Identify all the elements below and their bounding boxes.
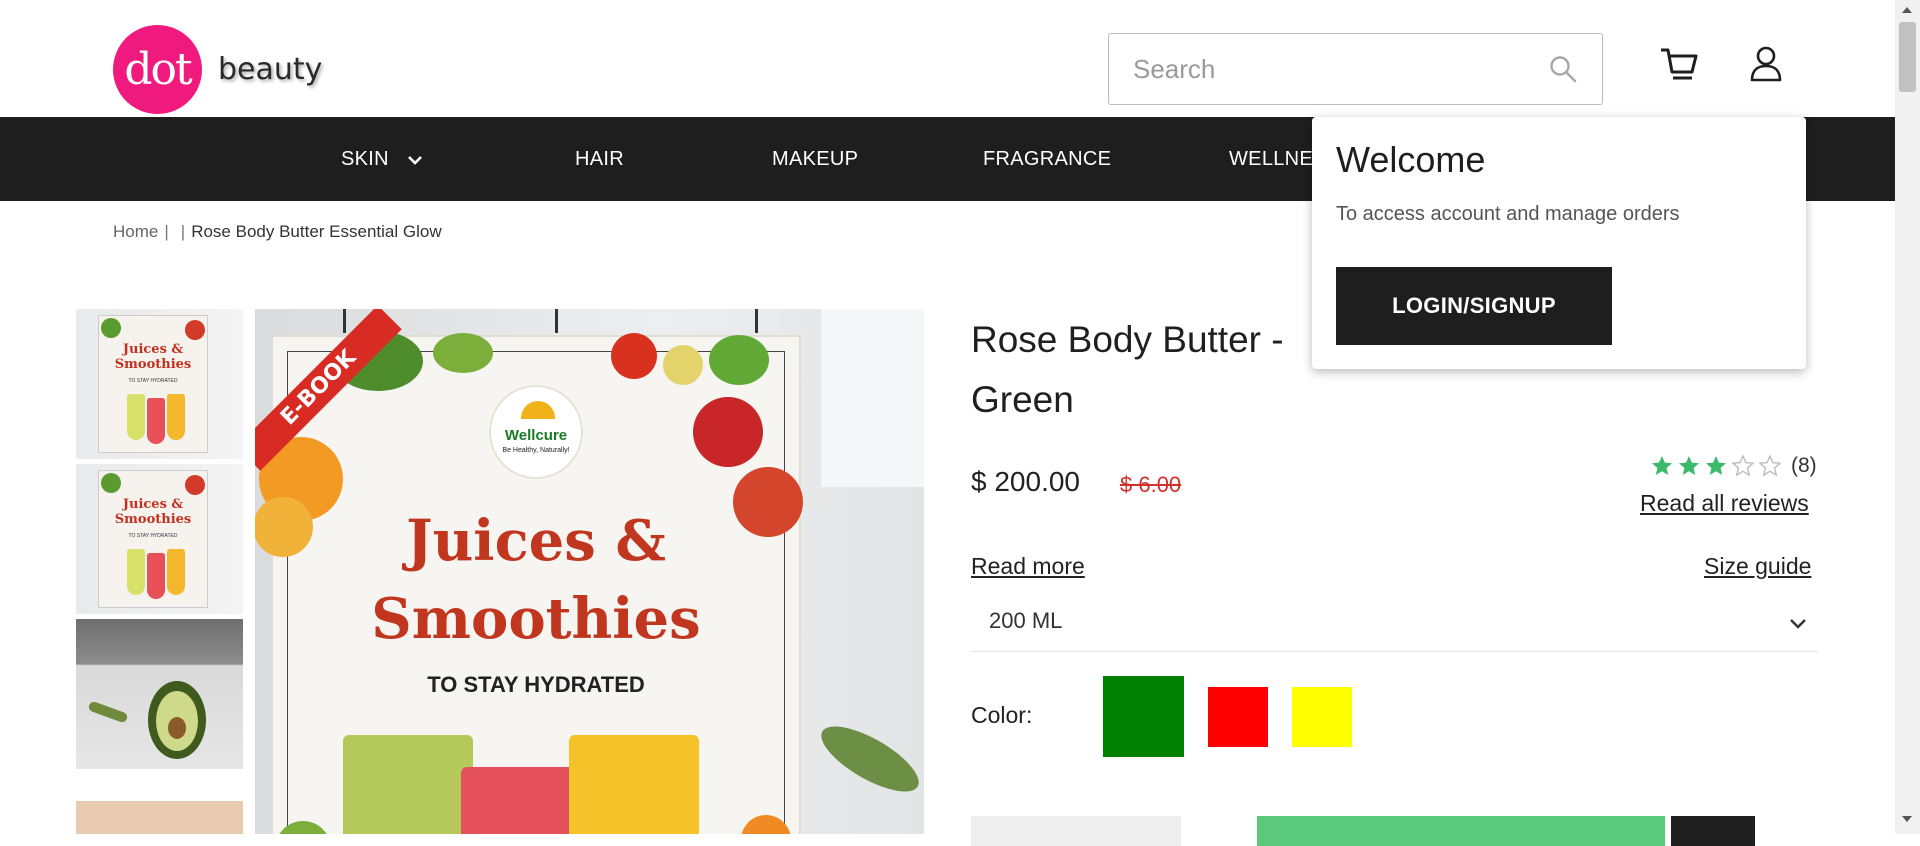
- avocado-image: [87, 700, 129, 724]
- breadcrumb: Home | | Rose Body Butter Essential Glow: [113, 222, 442, 242]
- wall-panel: [821, 309, 924, 487]
- breadcrumb-current: Rose Body Butter Essential Glow: [191, 222, 442, 241]
- cover-subtitle: TO STAY HYDRATED: [427, 672, 645, 697]
- star-empty-icon: [1758, 454, 1782, 477]
- nav-item-fragrance[interactable]: FRAGRANCE: [983, 117, 1111, 201]
- color-swatch-red[interactable]: [1208, 687, 1268, 747]
- scroll-up-arrow-icon[interactable]: [1902, 7, 1912, 13]
- leaf-decoration: [812, 714, 924, 804]
- color-swatch-green[interactable]: [1103, 676, 1184, 757]
- ebook-cover: E-BOOK Wellcure Be Healthy, Naturally! J…: [255, 309, 803, 834]
- cart-icon[interactable]: [1658, 44, 1700, 84]
- breadcrumb-home[interactable]: Home: [113, 222, 158, 241]
- size-guide-link[interactable]: Size guide: [1704, 553, 1811, 580]
- scroll-down-arrow-icon[interactable]: [1902, 816, 1912, 822]
- size-select[interactable]: 200 ML: [971, 592, 1819, 652]
- wellcure-badge: Wellcure Be Healthy, Naturally!: [489, 385, 583, 479]
- fruit-decoration: [663, 345, 703, 385]
- star-filled-icon: [1679, 456, 1699, 475]
- sun-icon: [521, 401, 555, 419]
- product-main-image[interactable]: E-BOOK Wellcure Be Healthy, Naturally! J…: [255, 309, 924, 834]
- search-box: [1108, 33, 1603, 105]
- nav-item-makeup[interactable]: MAKEUP: [772, 117, 858, 201]
- rating-stars: (8): [1650, 454, 1817, 478]
- brand-name: beauty: [218, 52, 323, 87]
- read-all-reviews-link[interactable]: Read all reviews: [1640, 490, 1809, 517]
- wishlist-button[interactable]: [1671, 816, 1755, 846]
- popup-text: To access account and manage orders: [1336, 203, 1680, 225]
- thumbnail-3[interactable]: [76, 619, 243, 769]
- logo-mark: dot: [113, 25, 202, 114]
- thumbnail-1[interactable]: Juices & Smoothies TO STAY HYDRATED: [76, 309, 243, 459]
- thumbnail-cover: Juices & Smoothies TO STAY HYDRATED: [98, 315, 208, 453]
- product-old-price: $ 6.00: [1120, 472, 1182, 497]
- nav-item-label: SKIN: [341, 148, 389, 170]
- quantity-stepper[interactable]: [971, 816, 1181, 846]
- site-header: dot beauty: [0, 0, 1895, 117]
- popup-title: Welcome: [1336, 139, 1486, 180]
- user-icon[interactable]: [1748, 44, 1784, 84]
- cover-title: Juices & Smoothies: [273, 502, 799, 658]
- add-to-cart-button[interactable]: [1257, 816, 1665, 846]
- thumbnail-2[interactable]: Juices & Smoothies TO STAY HYDRATED: [76, 464, 243, 614]
- brand-logo[interactable]: dot beauty: [113, 25, 322, 114]
- breadcrumb-separator: |: [180, 222, 186, 241]
- badge-name: Wellcure: [504, 427, 568, 444]
- size-select-value: 200 ML: [989, 608, 1063, 633]
- fruit-decoration: [433, 333, 493, 373]
- thumbnail-4[interactable]: [76, 801, 243, 834]
- avocado-image: [168, 717, 186, 739]
- fruit-decoration: [693, 397, 763, 467]
- fruit-decoration: [709, 335, 769, 385]
- search-icon[interactable]: [1548, 54, 1578, 84]
- star-filled-icon: [1706, 456, 1726, 475]
- scrollbar-thumb[interactable]: [1899, 22, 1916, 92]
- thumbnail-title: Juices & Smoothies: [114, 497, 192, 527]
- color-swatch-yellow[interactable]: [1292, 687, 1352, 747]
- nav-item-skin[interactable]: SKIN: [341, 117, 423, 201]
- review-count: (8): [1791, 454, 1817, 477]
- fruit-decoration: [611, 333, 657, 379]
- nav-item-hair[interactable]: HAIR: [575, 117, 624, 201]
- hanging-string: [555, 309, 558, 333]
- page-scrollbar[interactable]: [1895, 0, 1920, 834]
- account-popup: Welcome To access account and manage ord…: [1312, 117, 1806, 369]
- thumbnail-cover: Juices & Smoothies TO STAY HYDRATED: [98, 470, 208, 608]
- product-price: $ 200.00: [971, 466, 1080, 497]
- breadcrumb-separator: |: [164, 222, 169, 241]
- juice-glass: [343, 735, 473, 834]
- thumbnail-subtitle: TO STAY HYDRATED: [128, 378, 178, 384]
- thumbnail-subtitle: TO STAY HYDRATED: [128, 533, 178, 539]
- chevron-down-icon: [1790, 619, 1806, 629]
- thumbnail-title: Juices & Smoothies: [114, 342, 192, 372]
- star-filled-icon: [1652, 456, 1672, 475]
- read-more-link[interactable]: Read more: [971, 553, 1085, 580]
- star-empty-icon: [1731, 454, 1755, 477]
- juice-glass: [569, 735, 699, 834]
- login-signup-button[interactable]: LOGIN/SIGNUP: [1336, 267, 1612, 345]
- hanging-string: [343, 309, 346, 333]
- badge-tagline: Be Healthy, Naturally!: [502, 447, 570, 454]
- cover-title-line: Smoothies: [371, 586, 701, 652]
- search-input[interactable]: [1109, 34, 1539, 104]
- nav-item-wellness[interactable]: WELLNE: [1229, 117, 1313, 201]
- product-title-line: Green: [971, 379, 1074, 420]
- cover-title-line: Juices &: [406, 508, 666, 574]
- color-label: Color:: [971, 702, 1033, 728]
- hanging-string: [755, 309, 758, 333]
- chevron-down-icon: [407, 118, 423, 202]
